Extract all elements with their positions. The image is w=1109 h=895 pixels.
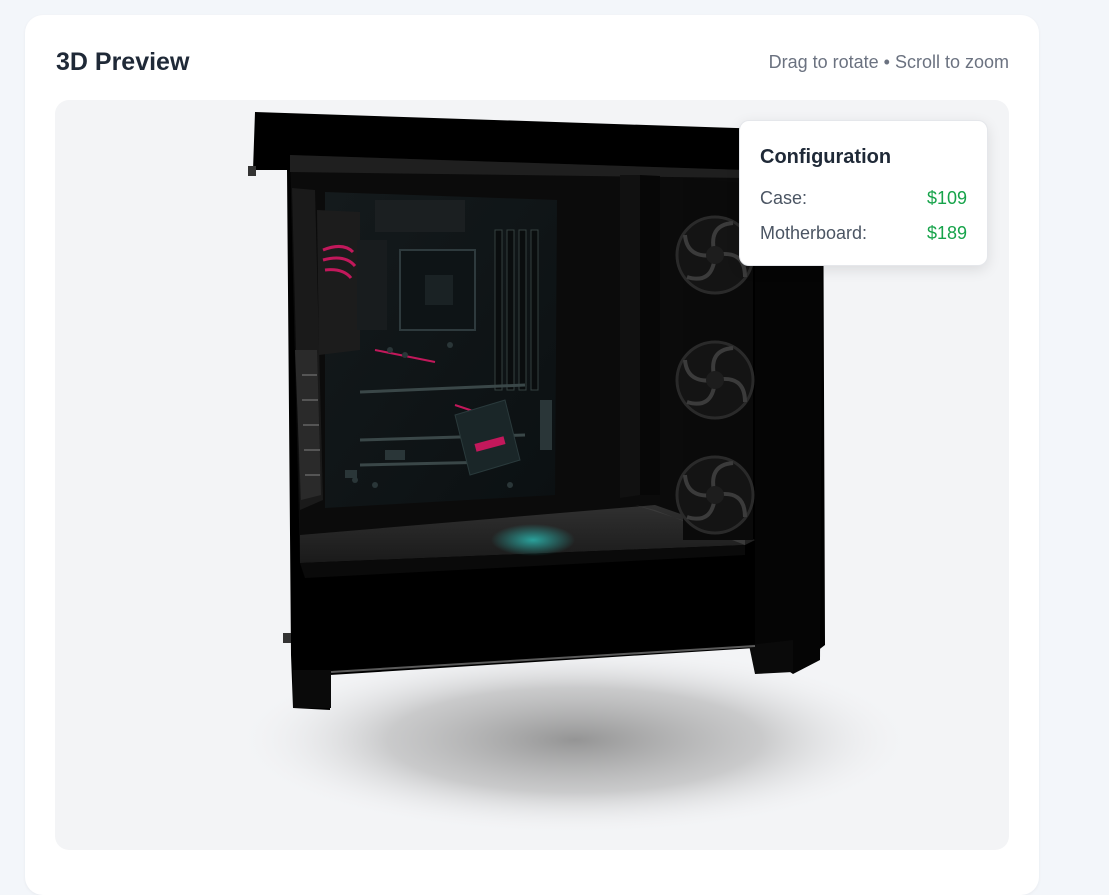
- config-row-motherboard: Motherboard: $189: [760, 223, 967, 244]
- case-foot-left: [293, 670, 331, 708]
- config-price: $189: [926, 223, 967, 243]
- io-shroud: [317, 210, 360, 355]
- fan-icon: [675, 340, 755, 420]
- case-foot-right: [749, 640, 793, 674]
- rgb-glow: [491, 524, 575, 556]
- config-price: $109: [926, 188, 967, 208]
- page-title: 3D Preview: [56, 48, 190, 76]
- configuration-title: Configuration: [760, 146, 892, 168]
- config-label: Motherboard:: [760, 223, 868, 243]
- config-label: Case:: [760, 188, 808, 208]
- configuration-panel: Configuration Case: $109 Motherboard: $1…: [739, 120, 988, 266]
- interaction-hint: Drag to rotate • Scroll to zoom: [768, 52, 1009, 72]
- config-row-case: Case: $109: [760, 188, 967, 209]
- fan-icon: [675, 455, 755, 535]
